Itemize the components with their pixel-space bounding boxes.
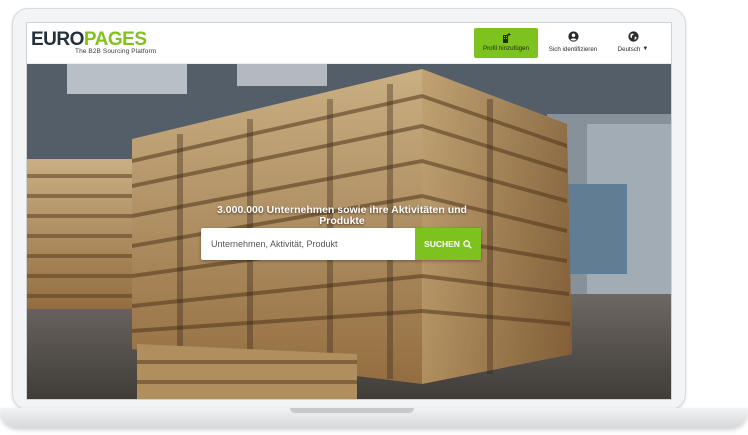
search-bar: SUCHEN [201, 228, 481, 260]
hero-section: 3.000.000 Unternehmen sowie ihre Aktivit… [27, 64, 671, 399]
search-button-label: SUCHEN [424, 238, 460, 249]
site-header: EUROPAGES The B2B Sourcing Platform Prof… [27, 23, 671, 64]
language-selector[interactable]: Deutsch ▼ [609, 31, 657, 53]
hero-headline: 3.000.000 Unternehmen sowie ihre Aktivit… [217, 204, 467, 227]
signin-label: Sich identifizieren [548, 46, 598, 53]
add-profile-button[interactable]: Profil hinzufügen [474, 28, 538, 58]
caret-down-icon: ▼ [642, 46, 649, 53]
search-button[interactable]: SUCHEN [415, 228, 481, 260]
signin-button[interactable]: Sich identifizieren [545, 31, 601, 53]
language-label: Deutsch [617, 46, 641, 53]
search-input[interactable] [201, 228, 413, 260]
europages-logo[interactable]: EUROPAGES The B2B Sourcing Platform [31, 29, 156, 55]
search-icon [463, 240, 472, 249]
laptop-notch [290, 408, 414, 413]
building-plus-icon [503, 33, 511, 43]
add-profile-label: Profil hinzufügen [482, 45, 530, 52]
logo-tagline: The B2B Sourcing Platform [75, 48, 157, 55]
user-circle-icon [567, 31, 579, 42]
logo-wordmark: EUROPAGES [31, 29, 147, 50]
laptop-screen: EUROPAGES The B2B Sourcing Platform Prof… [26, 22, 672, 400]
globe-icon [627, 31, 639, 42]
